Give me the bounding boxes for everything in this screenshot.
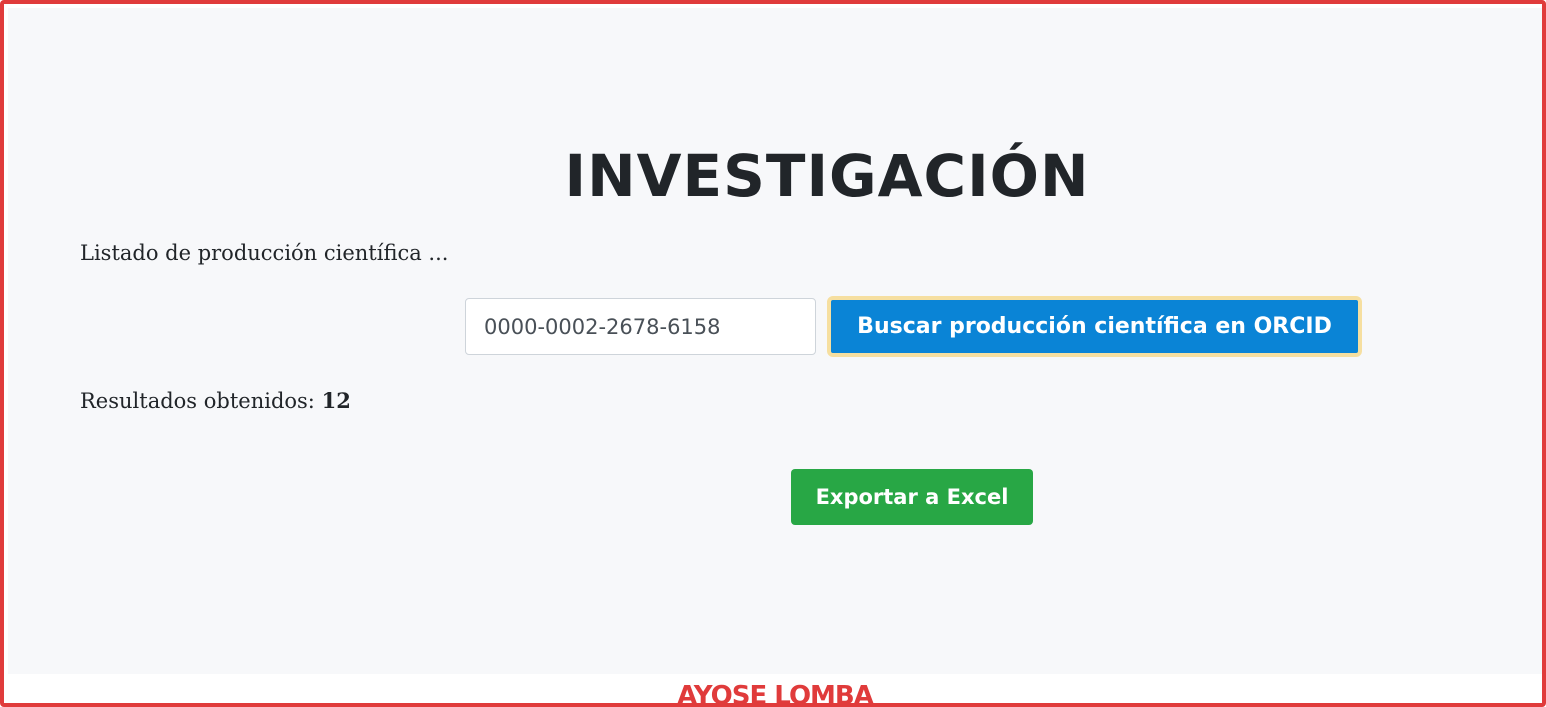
results-count: 12 <box>321 388 351 413</box>
screenshot-frame: INVESTIGACIÓN Listado de producción cien… <box>0 0 1546 707</box>
results-label: Resultados obtenidos: <box>80 389 315 413</box>
listing-label: Listado de producción científica ... <box>80 241 449 265</box>
page-title: INVESTIGACIÓN <box>564 142 1090 210</box>
orcid-input[interactable] <box>465 298 816 355</box>
results-summary: Resultados obtenidos: 12 <box>80 386 351 416</box>
main-content: INVESTIGACIÓN Listado de producción cien… <box>8 8 1542 674</box>
search-orcid-button[interactable]: Buscar producción científica en ORCID <box>827 296 1362 357</box>
export-excel-button[interactable]: Exportar a Excel <box>791 469 1033 525</box>
watermark-text: AYOSE LOMBA <box>677 681 874 707</box>
